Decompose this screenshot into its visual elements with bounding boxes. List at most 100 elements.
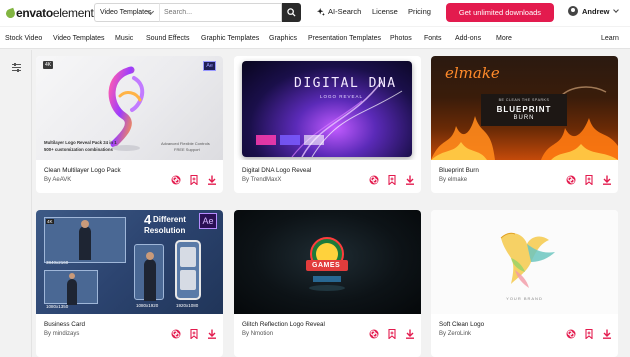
project-icon[interactable]	[566, 329, 576, 339]
author-name: mindizays	[52, 331, 80, 337]
heading-num: 4	[144, 212, 152, 227]
res-label-1: 3840x2160	[46, 260, 69, 265]
card-thumbnail[interactable]: 4K 3840x2160 1080x1350 1080x1920 1920x10…	[36, 210, 223, 314]
project-icon[interactable]	[566, 175, 576, 185]
card-author[interactable]: By mindizays	[44, 331, 79, 337]
screen-phone-1	[134, 244, 164, 301]
screen-4k	[44, 217, 126, 263]
thumb-sub: BE CLEAN THE SPARKS	[498, 98, 550, 102]
nav-item-stock-video[interactable]: Stock Video	[5, 35, 42, 42]
res-label-2: 1080x1920	[136, 303, 159, 308]
sparkle-icon	[317, 7, 325, 16]
card-actions	[171, 329, 217, 339]
nav-item-video-templates[interactable]: Video Templates	[53, 35, 105, 42]
screen-phone-2	[175, 240, 201, 300]
card-author[interactable]: By AeAVK	[44, 177, 71, 183]
card-thumbnail[interactable]: DIGITAL DNA LOGO REVEAL	[234, 56, 421, 160]
nav-item-fonts[interactable]: Fonts	[424, 35, 442, 42]
search-input[interactable]	[159, 3, 282, 22]
item-card[interactable]: YOUR BRAND Soft Clean Logo By ZeroLink	[431, 210, 618, 357]
card-title[interactable]: Business Card	[44, 321, 85, 328]
author-prefix: By	[44, 331, 52, 337]
author-name: AeAVK	[52, 177, 72, 183]
sidebar-divider	[31, 50, 32, 357]
download-icon[interactable]	[405, 329, 415, 339]
author-prefix: By	[439, 177, 447, 183]
card-title[interactable]: Blueprint Burn	[439, 167, 479, 174]
nav-item-graphic-templates[interactable]: Graphic Templates	[201, 35, 259, 42]
filter-toggle-icon[interactable]	[12, 63, 21, 72]
bookmark-icon[interactable]	[189, 329, 199, 339]
item-card[interactable]: DIGITAL DNA LOGO REVEAL Digital DNA Logo…	[234, 56, 421, 193]
download-icon[interactable]	[405, 175, 415, 185]
card-title[interactable]: Glitch Reflection Logo Reveal	[242, 321, 325, 328]
res-label-4: 1920x1080	[176, 303, 199, 308]
card-thumbnail[interactable]: YOUR BRAND	[431, 210, 618, 314]
card-title[interactable]: Clean Multilayer Logo Pack	[44, 167, 121, 174]
project-icon[interactable]	[369, 175, 379, 185]
card-thumbnail[interactable]: GAMES	[234, 210, 421, 314]
nav-item-photos[interactable]: Photos	[390, 35, 412, 42]
user-menu[interactable]: Andrew	[568, 6, 619, 16]
ae-badge: Ae	[199, 213, 217, 229]
search-button[interactable]	[282, 3, 301, 22]
ai-search-link[interactable]: AI-Search	[317, 7, 361, 16]
download-icon[interactable]	[207, 175, 217, 185]
card-author[interactable]: By elmake	[439, 177, 467, 183]
bookmark-icon[interactable]	[584, 175, 594, 185]
item-card[interactable]: elmake BE CLEAN THE SPARKS BLUEPRINT BUR…	[431, 56, 618, 193]
bookmark-icon[interactable]	[189, 175, 199, 185]
card-title[interactable]: Soft Clean Logo	[439, 321, 484, 328]
item-card[interactable]: 4K 3840x2160 1080x1350 1080x1920 1920x10…	[36, 210, 223, 357]
download-icon[interactable]	[602, 175, 612, 185]
nav-item-add-ons[interactable]: Add-ons	[455, 35, 481, 42]
author-prefix: By	[439, 331, 447, 337]
card-title[interactable]: Digital DNA Logo Reveal	[242, 167, 311, 174]
project-icon[interactable]	[171, 329, 181, 339]
nav-item-more[interactable]: More	[496, 35, 512, 42]
logo-text-bold: envato	[16, 6, 53, 20]
author-name: ZeroLink	[447, 331, 472, 337]
pricing-link[interactable]: Pricing	[408, 7, 431, 16]
nav-item-graphics[interactable]: Graphics	[269, 35, 297, 42]
license-link[interactable]: License	[372, 7, 398, 16]
bookmark-icon[interactable]	[584, 329, 594, 339]
item-card[interactable]: GAMES Glitch Reflection Logo Reveal By N…	[234, 210, 421, 357]
card-thumbnail[interactable]: 4K Ae Multilayer Logo Reveal Pack 24 in …	[36, 56, 223, 160]
avatar	[568, 6, 578, 16]
thumb-line2: BURN	[513, 115, 535, 121]
nav-item-music[interactable]: Music	[115, 35, 133, 42]
card-author[interactable]: By Nmotion	[242, 331, 273, 337]
thumb-caption-1: Multilayer Logo Reveal Pack 24 in 1	[44, 140, 117, 145]
badge-ae: Ae	[203, 61, 216, 71]
ai-search-label: AI-Search	[328, 7, 362, 16]
thumb-subheading: LOGO REVEAL	[320, 94, 364, 99]
thumb-line1: BLUEPRINT	[496, 105, 552, 114]
get-unlimited-downloads-button[interactable]: Get unlimited downloads	[446, 3, 554, 22]
category-select[interactable]: Video Templates	[94, 3, 159, 22]
chevron-down-icon	[612, 7, 619, 13]
card-actions	[566, 175, 612, 185]
nav-item-sound-effects[interactable]: Sound Effects	[146, 35, 189, 42]
category-select-value: Video Templates	[100, 9, 152, 16]
thumb-script: elmake	[445, 64, 500, 82]
download-icon[interactable]	[207, 329, 217, 339]
card-actions	[369, 175, 415, 185]
card-author[interactable]: By TrendMaxX	[242, 177, 281, 183]
search-icon	[287, 8, 296, 17]
download-icon[interactable]	[602, 329, 612, 339]
category-nav: Stock Video Video Templates Music Sound …	[0, 27, 630, 49]
nav-item-learn[interactable]: Learn	[601, 35, 619, 42]
nav-item-presentation-templates[interactable]: Presentation Templates	[308, 35, 381, 42]
bookmark-icon[interactable]	[387, 329, 397, 339]
item-card[interactable]: 4K Ae Multilayer Logo Reveal Pack 24 in …	[36, 56, 223, 193]
card-actions	[171, 175, 217, 185]
bookmark-icon[interactable]	[387, 175, 397, 185]
badge-4k: 4K	[43, 61, 54, 69]
card-thumbnail[interactable]: elmake BE CLEAN THE SPARKS BLUEPRINT BUR…	[431, 56, 618, 160]
card-author[interactable]: By ZeroLink	[439, 331, 471, 337]
heading-line2: Resolution	[144, 226, 186, 235]
project-icon[interactable]	[369, 329, 379, 339]
envato-logo[interactable]: envato elements	[4, 6, 99, 20]
project-icon[interactable]	[171, 175, 181, 185]
